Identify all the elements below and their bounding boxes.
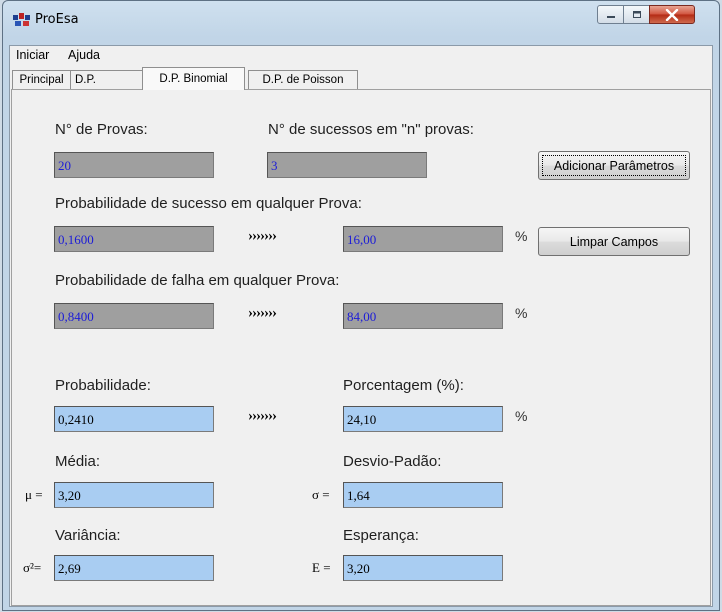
menu-ajuda[interactable]: Ajuda [66, 48, 102, 62]
title-bar[interactable]: ProEsa [3, 1, 719, 45]
arrows-probabilidade: ››››››› [248, 408, 277, 424]
mu-symbol: μ = [25, 487, 43, 502]
n-provas-field[interactable]: 20 [54, 152, 214, 178]
e-symbol: E = [312, 560, 331, 575]
percent-sign: % [515, 305, 528, 321]
percent-sign: % [515, 408, 528, 424]
prob-falha-pct-field[interactable]: 84,00 [343, 303, 503, 329]
media-field[interactable]: 3,20 [54, 482, 214, 508]
n-sucessos-label: N° de sucessos em "n" provas: [268, 121, 474, 138]
tab-dp-poisson[interactable]: D.P. de Poisson [248, 70, 358, 89]
clear-fields-button[interactable]: Limpar Campos [538, 227, 690, 256]
close-icon [665, 8, 679, 21]
prob-falha-label: Probabilidade de falha em qualquer Prova… [55, 272, 340, 289]
menu-iniciar[interactable]: Iniciar [14, 48, 51, 62]
app-window: ProEsa Iniciar Ajuda Principal D.P. D.P.… [2, 0, 720, 611]
tab-dp[interactable]: D.P. [70, 70, 143, 89]
esperanca-label: Esperança: [343, 527, 419, 544]
desvio-field[interactable]: 1,64 [343, 482, 503, 508]
client-area: Iniciar Ajuda Principal D.P. D.P. Binomi… [9, 45, 713, 607]
prob-sucesso-pct-field[interactable]: 16,00 [343, 226, 503, 252]
porcentagem-field[interactable]: 24,10 [343, 406, 503, 432]
esperanca-field[interactable]: 3,20 [343, 555, 503, 581]
arrows-sucesso: ››››››› [248, 228, 277, 244]
window-title: ProEsa [35, 12, 79, 27]
app-icon [13, 13, 31, 27]
add-parameters-button[interactable]: Adicionar Parâmetros [538, 151, 690, 180]
tab-strip: Principal D.P. D.P. Binomial D.P. de Poi… [10, 67, 712, 91]
n-sucessos-field[interactable]: 3 [267, 152, 427, 178]
sigma-symbol: σ = [312, 487, 330, 502]
minimize-button[interactable] [597, 5, 624, 24]
menu-bar: Iniciar Ajuda [10, 46, 712, 65]
variancia-field[interactable]: 2,69 [54, 555, 214, 581]
tab-principal[interactable]: Principal [12, 70, 71, 89]
porcentagem-label: Porcentagem (%): [343, 377, 464, 394]
probabilidade-label: Probabilidade: [55, 377, 151, 394]
close-button[interactable] [649, 5, 695, 24]
prob-sucesso-field[interactable]: 0,1600 [54, 226, 214, 252]
desvio-label: Desvio-Padão: [343, 453, 442, 470]
variancia-label: Variância: [55, 527, 121, 544]
sigma-squared-symbol: σ²= [23, 560, 42, 575]
tab-dp-binomial[interactable]: D.P. Binomial [142, 67, 245, 90]
percent-sign: % [515, 228, 528, 244]
n-provas-label: N° de Provas: [55, 121, 148, 138]
maximize-button[interactable] [623, 5, 650, 24]
maximize-icon [632, 10, 641, 18]
probabilidade-field[interactable]: 0,2410 [54, 406, 214, 432]
arrows-falha: ››››››› [248, 305, 277, 321]
minimize-icon [606, 15, 615, 18]
media-label: Média: [55, 453, 101, 470]
prob-falha-field[interactable]: 0,8400 [54, 303, 214, 329]
binomial-panel: N° de Provas: N° de sucessos em "n" prov… [11, 89, 711, 606]
prob-sucesso-label: Probabilidade de sucesso em qualquer Pro… [55, 195, 362, 212]
